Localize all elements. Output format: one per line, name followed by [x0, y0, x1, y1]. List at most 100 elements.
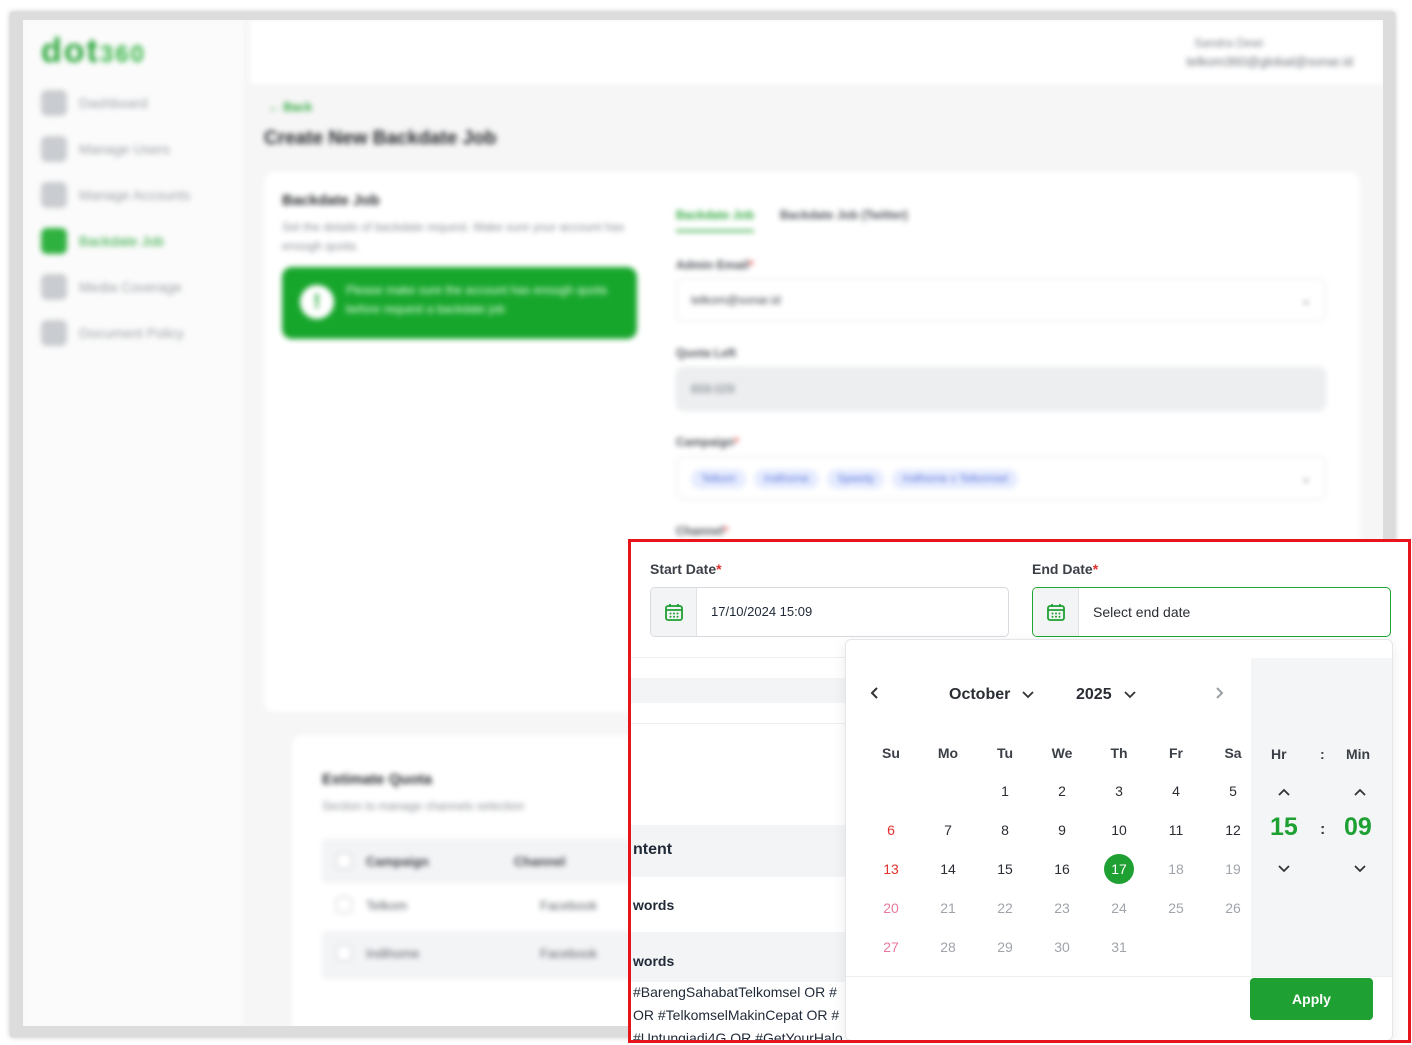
sidebar-item-manage-accounts[interactable]: Manage Accounts — [41, 180, 231, 210]
calendar-day[interactable]: 15 — [990, 854, 1020, 884]
campaign-chip[interactable]: Speedy — [827, 469, 885, 489]
campaign-chip[interactable]: Indihome — [753, 469, 820, 489]
calendar-day[interactable]: 14 — [933, 854, 963, 884]
calendar-day-selected[interactable]: 17 — [1104, 854, 1134, 884]
chevron-up-icon — [1278, 788, 1290, 796]
start-date-input[interactable]: 17/10/2024 15:09 — [650, 587, 1009, 637]
calendar-day: 18 — [1168, 861, 1184, 877]
row-checkbox[interactable] — [336, 897, 352, 913]
weekday-label: Sa — [1224, 745, 1242, 761]
end-date-label: End Date* — [1032, 561, 1099, 577]
campaign-select[interactable]: Telkom Indihome Speedy Indihome x Telkomsel… — [676, 456, 1326, 500]
keyword-line: OR #TelkomselMakinCepat OR # — [633, 1007, 840, 1023]
calendar-day[interactable]: 12 — [1218, 815, 1248, 845]
weekday-label: Th — [1110, 745, 1128, 761]
calendar-day[interactable]: 7 — [933, 815, 963, 845]
hour-up-button[interactable] — [1278, 785, 1290, 799]
calendar-day[interactable]: 1 — [990, 776, 1020, 806]
calendar-day: 29 — [997, 939, 1013, 955]
hour-down-button[interactable] — [1278, 862, 1290, 876]
app-logo[interactable]: dot360 — [41, 32, 146, 71]
keyword-line: #Untungiadi4G OR #GetYourHalo — [633, 1030, 843, 1043]
channel-label: Channel* — [676, 524, 729, 538]
prev-month-button[interactable] — [870, 686, 880, 705]
month-select[interactable]: October — [949, 686, 1034, 704]
chevron-right-icon — [1216, 687, 1224, 699]
calendar-day[interactable]: 2 — [1047, 776, 1077, 806]
sidebar-item-media-coverage[interactable]: Media Coverage — [41, 272, 231, 302]
chevron-left-icon — [870, 687, 878, 699]
sidebar-item-dashboard[interactable]: Dashboard — [41, 88, 231, 118]
calendar-day[interactable]: 4 — [1161, 776, 1191, 806]
end-date-input[interactable]: Select end date — [1032, 587, 1391, 637]
accounts-icon — [41, 182, 67, 208]
backdate-icon — [41, 228, 67, 254]
minute-label: Min — [1346, 746, 1371, 762]
chevron-down-icon: ⌄ — [1300, 293, 1311, 307]
media-icon — [41, 274, 67, 300]
weekday-label: Mo — [937, 745, 959, 761]
quota-left-field: 659.029 — [676, 367, 1326, 411]
row-checkbox[interactable] — [336, 945, 352, 961]
date-picker-popup: October 2025 Su Mo Tu We Th Fr Sa 1 2 3 4 5 6 7 8 9 10 1… — [845, 639, 1393, 1040]
calendar-day[interactable]: 13 — [876, 854, 906, 884]
backdate-job-description: Set the details of backdate request. Mak… — [282, 220, 625, 253]
campaign-chip[interactable]: Telkom — [691, 469, 746, 489]
picker-footer-divider — [846, 976, 1392, 977]
year-select[interactable]: 2025 — [1076, 686, 1136, 704]
admin-email-label: Admin Email* — [676, 258, 754, 272]
next-month-button[interactable] — [1214, 686, 1224, 705]
calendar-day: 22 — [997, 900, 1013, 916]
chevron-up-icon — [1354, 788, 1366, 796]
quota-alert: ! Please make sure the account has enoug… — [282, 267, 637, 339]
tab-backdate-job[interactable]: Backdate Job — [676, 208, 755, 232]
backdate-job-title: Backdate Job — [282, 192, 380, 209]
weekday-label: Fr — [1169, 745, 1183, 761]
calendar-day[interactable]: 9 — [1047, 815, 1077, 845]
sidebar-item-manage-users[interactable]: Manage Users — [41, 134, 231, 164]
dashboard-icon — [41, 90, 67, 116]
hour-label: Hr — [1271, 746, 1287, 762]
minute-value[interactable]: 09 — [1344, 813, 1372, 842]
calendar-day: 30 — [1054, 939, 1070, 955]
admin-email-select[interactable]: telkom@sonar.id ⌄ — [676, 278, 1326, 322]
chevron-down-icon — [1354, 865, 1366, 873]
calendar-icon — [1033, 588, 1079, 636]
chevron-down-icon: ⌄ — [1300, 471, 1311, 485]
select-all-checkbox[interactable] — [336, 853, 352, 869]
time-label-separator: : — [1320, 746, 1325, 762]
sidebar-item-backdate-job[interactable]: Backdate Job — [41, 226, 231, 256]
calendar-day[interactable]: 10 — [1104, 815, 1134, 845]
calendar-day: 26 — [1225, 900, 1241, 916]
quota-left-label: Quota Left — [676, 346, 736, 360]
user-name: Sandra Dewi — [1194, 36, 1263, 50]
calendar-day[interactable]: 6 — [876, 815, 906, 845]
calendar-day: 21 — [940, 900, 956, 916]
campaign-chip[interactable]: Indihome x Telkomsel — [892, 469, 1018, 489]
calendar-day[interactable]: 5 — [1218, 776, 1248, 806]
chevron-down-icon — [1022, 691, 1034, 699]
divider — [631, 657, 846, 658]
apply-button[interactable]: Apply — [1250, 978, 1373, 1020]
start-date-label: Start Date* — [650, 561, 722, 577]
minute-up-button[interactable] — [1354, 785, 1366, 799]
back-link[interactable]: ← Back — [268, 100, 312, 114]
calendar-day[interactable]: 8 — [990, 815, 1020, 845]
keywords-label: words — [633, 897, 675, 913]
calendar-day: 25 — [1168, 900, 1184, 916]
weekday-label: We — [1051, 745, 1073, 761]
top-bar: Sandra Dewi telkom360@global@sonar.id — [250, 20, 1383, 84]
estimate-quota-description: Section to manage channels selection — [322, 799, 525, 813]
page-title: Create New Backdate Job — [264, 128, 497, 149]
minute-down-button[interactable] — [1354, 862, 1366, 876]
chevron-down-icon — [1278, 865, 1290, 873]
calendar-day: 20 — [883, 900, 899, 916]
calendar-day[interactable]: 16 — [1047, 854, 1077, 884]
calendar-day: 27 — [883, 939, 899, 955]
sidebar-item-document-policy[interactable]: Document Policy — [41, 318, 231, 348]
hour-value[interactable]: 15 — [1270, 813, 1298, 842]
tab-backdate-job-twitter[interactable]: Backdate Job (Twitter) — [780, 208, 908, 222]
calendar-day[interactable]: 11 — [1161, 815, 1191, 845]
calendar-day[interactable]: 3 — [1104, 776, 1134, 806]
background-row — [631, 678, 846, 703]
